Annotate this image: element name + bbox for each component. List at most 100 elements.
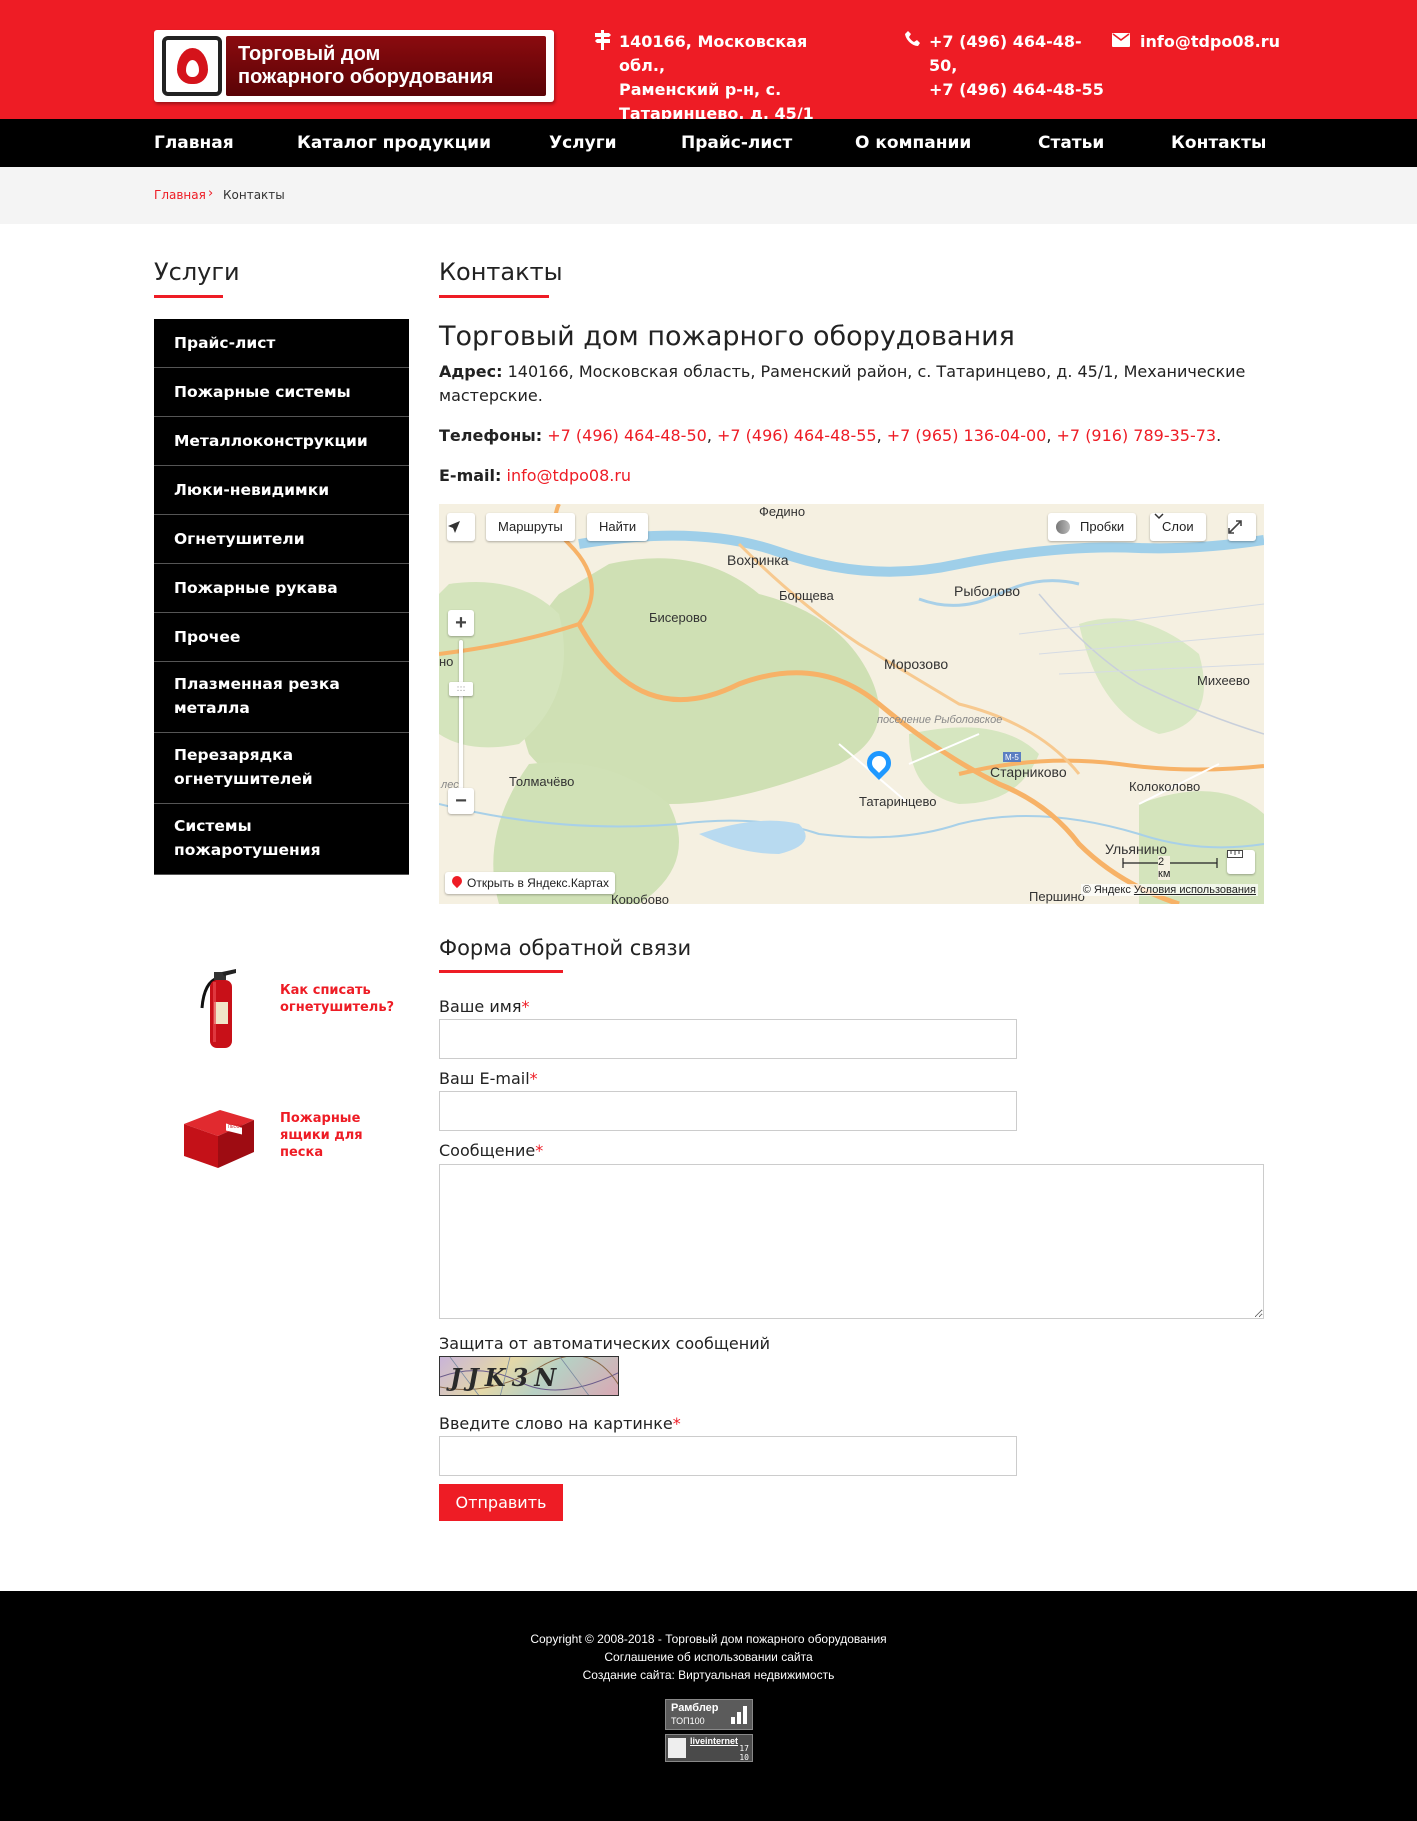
address-text: 140166, Московская область, Раменский ра… bbox=[439, 362, 1246, 405]
map-routes-button[interactable]: Маршруты bbox=[486, 513, 575, 541]
geolocation-arrow-icon bbox=[448, 521, 460, 533]
breadcrumb-chevron-icon: › bbox=[208, 186, 214, 201]
phone-link-3[interactable]: +7 (965) 136-04-00 bbox=[887, 426, 1047, 445]
captcha-title: Защита от автоматических сообщений bbox=[439, 1334, 770, 1353]
map-label-fedino: Федино bbox=[759, 504, 806, 519]
name-label-text: Ваше имя bbox=[439, 997, 522, 1016]
sidebar-item-price-list[interactable]: Прайс-лист bbox=[154, 319, 409, 368]
signpost-icon bbox=[594, 30, 611, 57]
geolocation-button[interactable] bbox=[447, 513, 475, 541]
email-paragraph: E-mail: info@tdpo08.ru bbox=[439, 464, 1269, 488]
promo-extinguisher-link[interactable]: Как списать огнетушитель? bbox=[280, 982, 400, 1016]
map-terms-link[interactable]: Условия использования bbox=[1134, 884, 1256, 896]
rambler-label: Рамблер bbox=[671, 1702, 719, 1714]
header-phones: +7 (496) 464-48-50, +7 (496) 464-48-55 bbox=[904, 30, 1104, 102]
phones-paragraph: Телефоны: +7 (496) 464-48-50, +7 (496) 4… bbox=[439, 426, 1222, 445]
footer-created-text[interactable]: Создание сайта: Виртуальная недвижимость bbox=[583, 1668, 835, 1682]
email-label: E-mail: bbox=[439, 466, 502, 485]
map-layers-label: Слои bbox=[1162, 519, 1194, 534]
email-input[interactable] bbox=[439, 1091, 1017, 1131]
sidebar-item-hidden-hatches[interactable]: Люки-невидимки bbox=[154, 466, 409, 515]
sidebar-item-suppression-systems[interactable]: Системы пожаротушения bbox=[154, 804, 409, 875]
logo-plate: Торговый дом пожарного оборудования bbox=[226, 36, 546, 96]
sidebar-item-recharging[interactable]: Перезарядка огнетушителей bbox=[154, 733, 409, 804]
fire-emblem-icon bbox=[162, 36, 222, 96]
footer-agreement-link: Соглашение об использовании сайта bbox=[0, 1648, 1417, 1666]
map-copyright: © Яндекс Условия использования bbox=[1080, 884, 1258, 896]
message-required-mark: * bbox=[535, 1141, 544, 1160]
extinguisher-icon bbox=[200, 969, 236, 1048]
phone-link-4[interactable]: +7 (916) 789-35-73 bbox=[1057, 426, 1217, 445]
sidebar-item-extinguishers[interactable]: Огнетушители bbox=[154, 515, 409, 564]
email-link[interactable]: info@tdpo08.ru bbox=[507, 466, 632, 485]
sidebar-item-fire-systems[interactable]: Пожарные системы bbox=[154, 368, 409, 417]
promo-sand-box[interactable]: ПЕСОК Пожарные ящики для песка bbox=[154, 1088, 409, 1188]
phone-link-2[interactable]: +7 (496) 464-48-55 bbox=[717, 426, 877, 445]
name-required-mark: * bbox=[521, 997, 530, 1016]
map-layers-button[interactable]: Слои bbox=[1150, 513, 1206, 541]
sidebar-menu: Прайс-лист Пожарные системы Металлоконст… bbox=[154, 319, 409, 875]
header-phones-text[interactable]: +7 (496) 464-48-50, +7 (496) 464-48-55 bbox=[904, 30, 1104, 102]
header-address: 140166, Московская обл., Раменский р-н, … bbox=[594, 30, 854, 126]
footer-agreement-text[interactable]: Соглашение об использовании сайта bbox=[604, 1650, 812, 1664]
zoom-slider-handle[interactable]: ::: bbox=[449, 682, 473, 696]
promo-extinguisher[interactable]: Как списать огнетушитель? bbox=[154, 960, 409, 1060]
zoom-slider-track[interactable] bbox=[459, 640, 463, 790]
map-label-biserovo: Бисерово bbox=[649, 610, 707, 625]
map-label-mikheevo: Михеево bbox=[1197, 673, 1250, 688]
map-label-morozovo: Морозово bbox=[884, 656, 949, 672]
map-fullscreen-button[interactable] bbox=[1228, 513, 1256, 541]
email-label-text: Ваш E-mail bbox=[439, 1069, 530, 1088]
sand-box-label: ПЕСОК bbox=[228, 1124, 242, 1129]
nav-contacts[interactable]: Контакты bbox=[1171, 131, 1266, 155]
header-email: info@tdpo08.ru bbox=[1112, 30, 1280, 54]
nav-services[interactable]: Услуги bbox=[549, 131, 617, 155]
nav-articles[interactable]: Статьи bbox=[1038, 131, 1104, 155]
chevron-down-icon bbox=[1154, 513, 1164, 520]
breadcrumb: Главная › Контакты bbox=[0, 167, 1417, 224]
yandex-map[interactable]: М-5 Федино Вохринка Борщева Рыболово Бис… bbox=[439, 504, 1264, 904]
map-label-borsheva: Борщева bbox=[779, 588, 834, 603]
site-logo[interactable]: Торговый дом пожарного оборудования bbox=[154, 30, 554, 102]
zoom-out-button[interactable]: − bbox=[448, 788, 474, 814]
road-m5-label: М-5 bbox=[1005, 753, 1019, 762]
name-input[interactable] bbox=[439, 1019, 1017, 1059]
breadcrumb-home[interactable]: Главная bbox=[154, 187, 206, 203]
rambler-counter[interactable]: Рамблер ТОП100 bbox=[665, 1699, 753, 1730]
nav-price-list[interactable]: Прайс-лист bbox=[681, 131, 792, 155]
nav-catalog[interactable]: Каталог продукции bbox=[297, 131, 491, 155]
feedback-form-title-underline bbox=[439, 970, 563, 973]
footer-copyright: Copyright © 2008-2018 - Торговый дом пож… bbox=[530, 1632, 887, 1646]
header-address-text: 140166, Московская обл., Раменский р-н, … bbox=[619, 32, 814, 123]
logo-text: Торговый дом пожарного оборудования bbox=[238, 43, 494, 88]
open-in-yandex-maps-button[interactable]: Открыть в Яндекс.Картах bbox=[445, 872, 615, 894]
zoom-in-button[interactable]: + bbox=[448, 610, 474, 636]
message-textarea[interactable] bbox=[439, 1164, 1264, 1319]
captcha-input[interactable] bbox=[439, 1436, 1017, 1476]
email-required-mark: * bbox=[529, 1069, 538, 1088]
page-title-underline bbox=[439, 295, 549, 298]
map-traffic-button[interactable]: Пробки bbox=[1048, 513, 1137, 541]
nav-about[interactable]: О компании bbox=[855, 131, 971, 155]
traffic-light-icon bbox=[1056, 520, 1070, 534]
map-ruler-button[interactable] bbox=[1227, 850, 1255, 874]
message-label-text: Сообщение bbox=[439, 1141, 536, 1160]
sidebar-item-fire-hoses[interactable]: Пожарные рукава bbox=[154, 564, 409, 613]
nav-home[interactable]: Главная bbox=[154, 131, 234, 155]
header-email-link[interactable]: info@tdpo08.ru bbox=[1112, 30, 1280, 54]
map-find-button[interactable]: Найти bbox=[587, 513, 649, 541]
phone-link-1[interactable]: +7 (496) 464-48-50 bbox=[547, 426, 707, 445]
site-footer: Copyright © 2008-2018 - Торговый дом пож… bbox=[0, 1591, 1417, 1821]
liveinternet-counter[interactable]: liveinternet 17 10 bbox=[665, 1734, 753, 1762]
submit-button[interactable]: Отправить bbox=[439, 1484, 563, 1521]
main-nav: Главная Каталог продукции Услуги Прайс-л… bbox=[0, 119, 1417, 167]
sidebar-item-plasma-cutting[interactable]: Плазменная резка металла bbox=[154, 662, 409, 733]
map-label-kolokolovo: Колоколово bbox=[1129, 779, 1201, 794]
email-field-label: Ваш E-mail* bbox=[439, 1068, 538, 1090]
yandex-pin-icon bbox=[449, 873, 465, 889]
sidebar-item-metal-structures[interactable]: Металлоконструкции bbox=[154, 417, 409, 466]
sidebar-item-other[interactable]: Прочее bbox=[154, 613, 409, 662]
promo-sand-box-link[interactable]: Пожарные ящики для песка bbox=[280, 1110, 400, 1161]
page-title: Контакты bbox=[439, 258, 563, 286]
breadcrumb-current: Контакты bbox=[223, 188, 285, 202]
